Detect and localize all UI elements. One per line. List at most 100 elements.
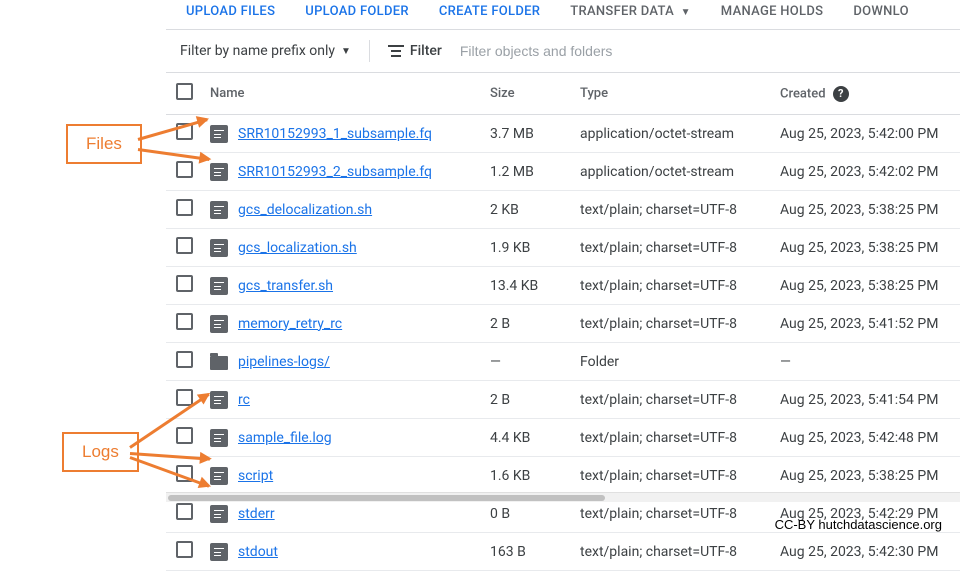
- cell-created: Aug 25, 2023, 5:38:25 PM: [772, 267, 960, 305]
- cell-size: 1.2 MB: [482, 153, 572, 191]
- object-link[interactable]: pipelines-logs/: [238, 354, 330, 370]
- column-header-type[interactable]: Type: [572, 73, 772, 115]
- cell-created: —: [772, 343, 960, 381]
- divider: [369, 40, 370, 62]
- table-row: gcs_transfer.sh 13.4 KBtext/plain; charse…: [166, 267, 960, 305]
- table-row: gcs_delocalization.sh 2 KBtext/plain; cha…: [166, 191, 960, 229]
- filter-mode-label: Filter by name prefix only: [180, 43, 335, 59]
- filter-button[interactable]: Filter: [388, 43, 442, 59]
- cell-size: 2 B: [482, 305, 572, 343]
- object-link[interactable]: gcs_transfer.sh: [238, 278, 333, 294]
- filter-mode-dropdown[interactable]: Filter by name prefix only ▼: [180, 43, 351, 59]
- object-link[interactable]: gcs_localization.sh: [238, 240, 357, 256]
- bucket-browser: UPLOAD FILES UPLOAD FOLDER CREATE FOLDER…: [166, 0, 960, 571]
- table-row: gcs_localization.sh1.9 KBtext/plain; cha…: [166, 229, 960, 267]
- column-header-created[interactable]: Created ?: [772, 73, 960, 115]
- cell-size: —: [482, 343, 572, 381]
- row-checkbox[interactable]: [176, 389, 193, 406]
- download-button[interactable]: DOWNLO: [853, 4, 908, 19]
- table-row: rc 2 Btext/plain; charset=UTF-8Aug 25, 20…: [166, 381, 960, 419]
- cell-created: Aug 25, 2023, 5:42:00 PM: [772, 115, 960, 153]
- file-icon: [210, 163, 228, 181]
- object-link[interactable]: script: [238, 468, 273, 484]
- cell-created: Aug 25, 2023, 5:38:25 PM: [772, 229, 960, 267]
- row-checkbox[interactable]: [176, 541, 193, 558]
- object-link[interactable]: gcs_delocalization.sh: [238, 202, 372, 218]
- attribution-text: CC-BY hutchdatascience.org: [775, 517, 942, 532]
- row-checkbox[interactable]: [176, 427, 193, 444]
- file-icon: [210, 201, 228, 219]
- transfer-data-label: TRANSFER DATA: [570, 4, 674, 19]
- transfer-data-button[interactable]: TRANSFER DATA ▼: [570, 4, 691, 19]
- annotation-logs: Logs: [62, 432, 139, 472]
- filter-input[interactable]: [460, 43, 946, 59]
- table-row: SRR10152993_1_subsample.fq 3.7 MBapplicat…: [166, 115, 960, 153]
- table-row: SRR10152993_2_subsample.fq 1.2 MBapplicat…: [166, 153, 960, 191]
- cell-type: text/plain; charset=UTF-8: [572, 191, 772, 229]
- manage-holds-button[interactable]: MANAGE HOLDS: [721, 4, 824, 19]
- cell-created: Aug 25, 2023, 5:38:25 PM: [772, 191, 960, 229]
- upload-folder-button[interactable]: UPLOAD FOLDER: [305, 4, 409, 19]
- create-folder-button[interactable]: CREATE FOLDER: [439, 4, 540, 19]
- row-checkbox[interactable]: [176, 503, 193, 520]
- cell-size: 2 KB: [482, 191, 572, 229]
- table-row: pipelines-logs/ —Folder—: [166, 343, 960, 381]
- row-checkbox[interactable]: [176, 199, 193, 216]
- column-header-created-label: Created: [780, 86, 826, 101]
- cell-size: 4.4 KB: [482, 419, 572, 457]
- upload-files-button[interactable]: UPLOAD FILES: [186, 4, 275, 19]
- cell-type: text/plain; charset=UTF-8: [572, 457, 772, 495]
- filter-bar: Filter by name prefix only ▼ Filter: [166, 30, 960, 73]
- row-checkbox[interactable]: [176, 313, 193, 330]
- row-checkbox[interactable]: [176, 275, 193, 292]
- filter-icon: [388, 45, 404, 57]
- cell-size: 163 B: [482, 533, 572, 571]
- cell-type: text/plain; charset=UTF-8: [572, 419, 772, 457]
- row-checkbox[interactable]: [176, 161, 193, 178]
- annotation-files: Files: [66, 124, 142, 164]
- cell-type: text/plain; charset=UTF-8: [572, 305, 772, 343]
- table-row: sample_file.log 4.4 KBtext/plain; charset…: [166, 419, 960, 457]
- object-link[interactable]: stdout: [238, 544, 278, 560]
- object-link[interactable]: SRR10152993_1_subsample.fq: [238, 126, 432, 142]
- action-toolbar: UPLOAD FILES UPLOAD FOLDER CREATE FOLDER…: [166, 0, 960, 30]
- select-all-checkbox[interactable]: [176, 83, 193, 100]
- column-header-size[interactable]: Size: [482, 73, 572, 115]
- file-icon: [210, 543, 228, 561]
- cell-type: text/plain; charset=UTF-8: [572, 267, 772, 305]
- cell-size: 2 B: [482, 381, 572, 419]
- cell-created: Aug 25, 2023, 5:38:25 PM: [772, 457, 960, 495]
- file-icon: [210, 239, 228, 257]
- chevron-down-icon: ▼: [681, 7, 691, 18]
- help-icon[interactable]: ?: [833, 86, 849, 102]
- file-icon: [210, 467, 228, 485]
- folder-icon: [210, 356, 228, 370]
- file-icon: [210, 505, 228, 523]
- object-link[interactable]: sample_file.log: [238, 430, 332, 446]
- cell-created: Aug 25, 2023, 5:42:48 PM: [772, 419, 960, 457]
- horizontal-scrollbar[interactable]: [166, 492, 960, 502]
- table-row: stdout 163 Btext/plain; charset=UTF-8Aug …: [166, 533, 960, 571]
- cell-type: application/octet-stream: [572, 153, 772, 191]
- cell-type: Folder: [572, 343, 772, 381]
- column-header-name[interactable]: Name: [202, 73, 482, 115]
- cell-size: 3.7 MB: [482, 115, 572, 153]
- object-link[interactable]: stderr: [238, 506, 275, 522]
- filter-label: Filter: [410, 43, 442, 59]
- cell-type: application/octet-stream: [572, 115, 772, 153]
- file-icon: [210, 429, 228, 447]
- cell-size: 1.9 KB: [482, 229, 572, 267]
- object-link[interactable]: rc: [238, 392, 250, 408]
- cell-size: 13.4 KB: [482, 267, 572, 305]
- cell-type: text/plain; charset=UTF-8: [572, 381, 772, 419]
- cell-created: Aug 25, 2023, 5:42:30 PM: [772, 533, 960, 571]
- object-link[interactable]: SRR10152993_2_subsample.fq: [238, 164, 432, 180]
- cell-created: Aug 25, 2023, 5:41:54 PM: [772, 381, 960, 419]
- table-row: script1.6 KBtext/plain; charset=UTF-8Aug…: [166, 457, 960, 495]
- cell-type: text/plain; charset=UTF-8: [572, 533, 772, 571]
- row-checkbox[interactable]: [176, 351, 193, 368]
- file-icon: [210, 125, 228, 143]
- object-link[interactable]: memory_retry_rc: [238, 316, 342, 332]
- row-checkbox[interactable]: [176, 237, 193, 254]
- file-icon: [210, 277, 228, 295]
